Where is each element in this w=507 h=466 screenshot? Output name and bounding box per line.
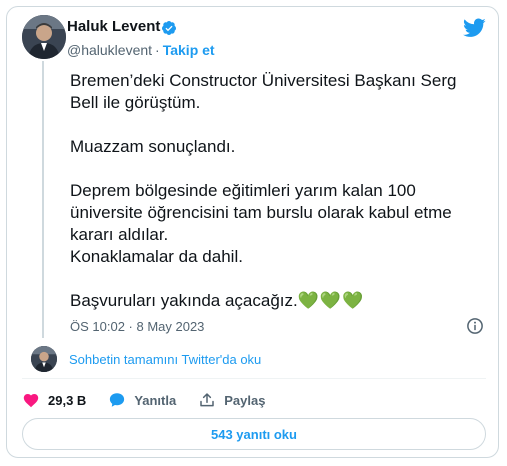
thread-line <box>42 61 44 338</box>
heart-icon <box>23 394 39 408</box>
like-button[interactable]: 29,3 B <box>22 391 86 409</box>
author-name[interactable]: Haluk Levent <box>67 18 160 35</box>
avatar-image-small <box>31 346 57 372</box>
avatar-image <box>22 15 66 59</box>
share-icon <box>200 393 214 407</box>
action-bar: 29,3 B Yanıtla Paylaş <box>22 390 287 410</box>
verified-badge-icon <box>162 21 176 35</box>
share-label: Paylaş <box>224 392 266 408</box>
read-thread-link[interactable]: Sohbetin tamamını Twitter'da oku <box>69 352 261 367</box>
like-count: 29,3 B <box>48 392 87 408</box>
follow-button[interactable]: Takip et <box>163 42 215 58</box>
tweet-text: Bremen’deki Constructor Üniversitesi Baş… <box>70 70 480 312</box>
read-replies-label: 543 yanıtı oku <box>211 426 297 442</box>
twitter-bird-icon[interactable] <box>463 18 486 38</box>
read-replies-button[interactable]: 543 yanıtı oku <box>22 418 486 450</box>
share-button[interactable]: Paylaş <box>198 391 265 409</box>
author-handle[interactable]: @haluklevent <box>67 42 152 58</box>
reply-bubble-icon <box>110 393 125 407</box>
author-avatar[interactable] <box>22 15 66 59</box>
handle-row: @haluklevent · Takip et <box>67 42 215 58</box>
green-heart-emoji: 💚💚💚 <box>297 291 365 310</box>
divider <box>22 378 486 379</box>
tweet-timestamp[interactable]: ÖS 10:02 · 8 May 2023 <box>70 319 204 334</box>
separator-dot: · <box>155 42 160 58</box>
info-icon[interactable] <box>466 317 484 335</box>
reply-button[interactable]: Yanıtla <box>108 391 176 409</box>
tweet-body: Bremen’deki Constructor Üniversitesi Baş… <box>70 71 457 310</box>
reply-label: Yanıtla <box>134 392 177 408</box>
thread-avatar <box>31 346 57 372</box>
